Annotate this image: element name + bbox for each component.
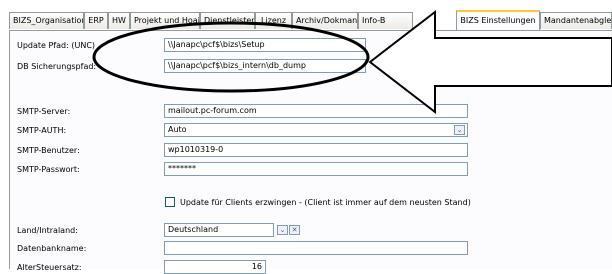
highlight-ellipse bbox=[92, 21, 370, 93]
pointer-arrow-icon bbox=[368, 9, 612, 115]
annotation-overlay bbox=[92, 9, 612, 115]
